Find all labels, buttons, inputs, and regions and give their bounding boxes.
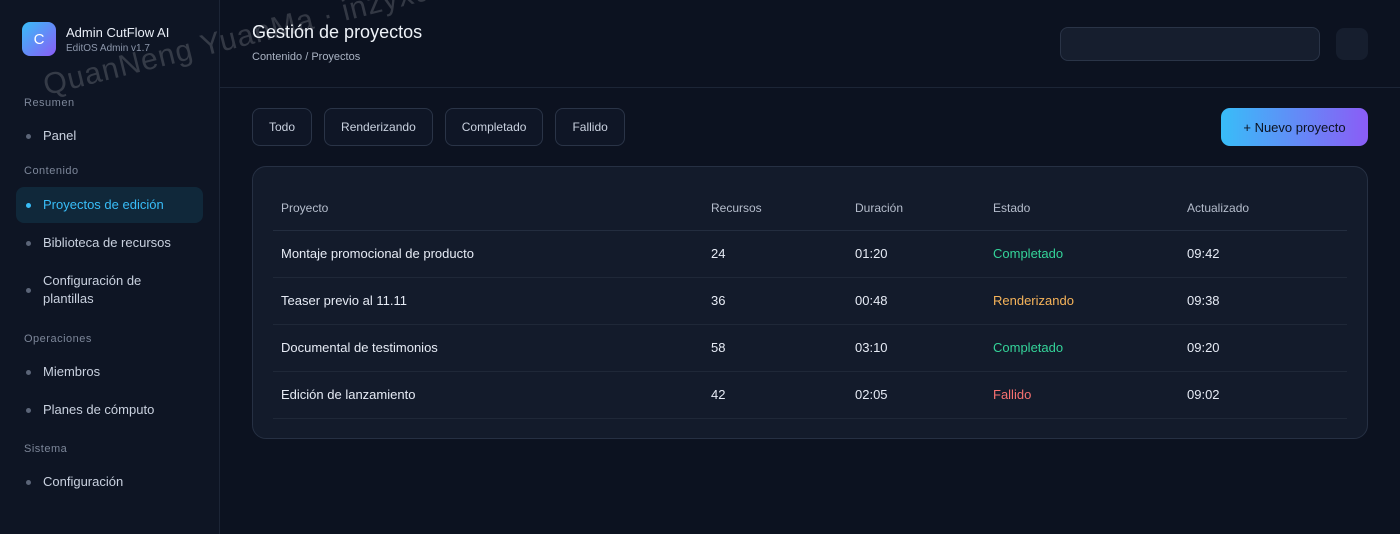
user-menu-button[interactable] [1336, 28, 1368, 60]
sidebar-item-label: Biblioteca de recursos [43, 235, 171, 250]
nav-section-resumen: Resumen Panel [16, 95, 203, 152]
page-title: Gestión de proyectos [252, 22, 423, 42]
app-root: C Admin CutFlow AI EditOS Admin v1.7 Res… [0, 0, 1400, 534]
cell-updated: 09:42 [1179, 230, 1347, 278]
cell-project: Teaser previo al 11.11 [273, 277, 703, 325]
nav-heading-operaciones: Operaciones [24, 333, 92, 345]
cell-resources: 24 [703, 230, 847, 278]
bullet-icon [26, 479, 31, 485]
cell-updated: 09:02 [1179, 371, 1347, 419]
nav-section-operaciones: Operaciones Miembros Planes de cómputo [16, 331, 203, 427]
cell-duration: 01:20 [847, 230, 985, 278]
table-row[interactable]: Montaje promocional de producto 24 01:20… [273, 230, 1347, 278]
sidebar-item-biblioteca[interactable]: Biblioteca de recursos [16, 225, 203, 261]
status-badge: Completado [985, 230, 1179, 278]
main-content: Gestión de proyectos Contenido / Proyect… [220, 0, 1400, 534]
cell-project: Montaje promocional de producto [273, 230, 703, 278]
brand-name: Admin CutFlow AI [66, 24, 170, 40]
bullet-icon [26, 240, 31, 246]
bullet-icon [26, 202, 31, 208]
new-project-button[interactable]: + Nuevo proyecto [1221, 108, 1368, 146]
nav-heading-contenido: Contenido [24, 165, 79, 177]
table-header-row: Proyecto Recursos Duración Estado Actual… [273, 187, 1347, 231]
status-badge: Completado [985, 324, 1179, 372]
brand: C Admin CutFlow AI EditOS Admin v1.7 [22, 22, 203, 56]
filter-fallido[interactable]: Fallido [555, 108, 625, 146]
sidebar-item-plantillas[interactable]: Configuración de plantillas [16, 263, 203, 317]
breadcrumb: Contenido / Proyectos [252, 51, 361, 63]
sidebar-item-miembros[interactable]: Miembros [16, 355, 203, 389]
cell-resources: 42 [703, 371, 847, 419]
brand-subtitle: EditOS Admin v1.7 [66, 42, 150, 54]
status-badge: Renderizando [985, 277, 1179, 325]
bullet-icon [26, 133, 31, 139]
nav-heading-resumen: Resumen [24, 97, 75, 109]
sidebar: C Admin CutFlow AI EditOS Admin v1.7 Res… [0, 0, 220, 534]
column-header-duracion[interactable]: Duración [847, 187, 985, 231]
filter-renderizando[interactable]: Renderizando [324, 108, 433, 146]
filter-bar: Todo Renderizando Completado Fallido [252, 108, 625, 146]
search-input[interactable] [1060, 27, 1320, 61]
brand-text: Admin CutFlow AI EditOS Admin v1.7 [66, 25, 169, 54]
topbar: Gestión de proyectos Contenido / Proyect… [220, 0, 1400, 88]
sidebar-item-label: Panel [43, 128, 77, 143]
column-header-estado[interactable]: Estado [985, 187, 1179, 231]
sidebar-item-configuracion[interactable]: Configuración [16, 465, 203, 499]
table-row[interactable]: Teaser previo al 11.11 36 00:48 Renderiz… [273, 277, 1347, 325]
bullet-icon [26, 369, 31, 375]
status-badge: Fallido [985, 371, 1179, 419]
column-header-proyecto[interactable]: Proyecto [273, 187, 703, 231]
nav-heading-sistema: Sistema [24, 443, 68, 455]
sidebar-item-computo[interactable]: Planes de cómputo [16, 393, 203, 427]
filter-todo[interactable]: Todo [252, 108, 313, 146]
cell-project: Documental de testimonios [273, 324, 703, 372]
sidebar-item-label: Configuración de plantillas [43, 273, 142, 306]
bullet-icon [26, 287, 31, 293]
table-row[interactable]: Edición de lanzamiento 42 02:05 Fallido … [273, 371, 1347, 419]
brand-logo: C [22, 22, 56, 56]
filter-completado[interactable]: Completado [444, 108, 544, 146]
nav-section-sistema: Sistema Configuración [16, 441, 203, 499]
sidebar-item-proyectos[interactable]: Proyectos de edición [16, 187, 203, 223]
cell-duration: 03:10 [847, 324, 985, 372]
column-header-actualizado[interactable]: Actualizado [1179, 187, 1347, 231]
sidebar-item-label: Proyectos de edición [43, 197, 164, 212]
column-header-recursos[interactable]: Recursos [703, 187, 847, 231]
table-row[interactable]: Documental de testimonios 58 03:10 Compl… [273, 324, 1347, 372]
sidebar-item-label: Miembros [43, 364, 101, 379]
bullet-icon [26, 407, 31, 413]
cell-project: Edición de lanzamiento [273, 371, 703, 419]
projects-table-card: Proyecto Recursos Duración Estado Actual… [252, 166, 1368, 439]
nav-section-contenido: Contenido Proyectos de edición Bibliotec… [16, 163, 203, 317]
cell-resources: 58 [703, 324, 847, 372]
cell-duration: 00:48 [847, 277, 985, 325]
cell-updated: 09:38 [1179, 277, 1347, 325]
cell-duration: 02:05 [847, 371, 985, 419]
cell-updated: 09:20 [1179, 324, 1347, 372]
sidebar-item-label: Planes de cómputo [43, 402, 155, 417]
sidebar-item-panel[interactable]: Panel [16, 120, 203, 152]
sidebar-item-label: Configuración [43, 474, 124, 489]
cell-resources: 36 [703, 277, 847, 325]
projects-table: Proyecto Recursos Duración Estado Actual… [273, 187, 1347, 419]
